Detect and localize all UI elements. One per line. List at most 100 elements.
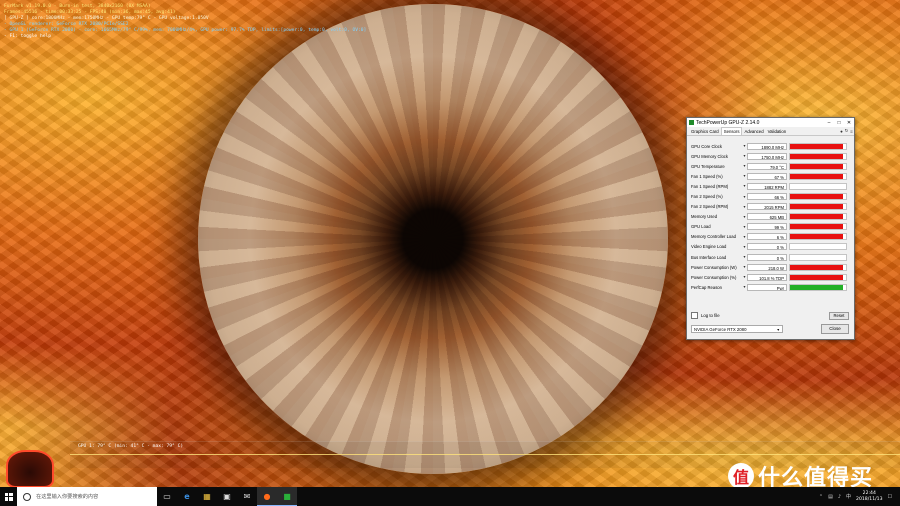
task-view-icon[interactable]: ▭ (157, 487, 177, 506)
mail-icon[interactable]: ✉ (237, 487, 257, 506)
taskbar: 在这里输入你要搜索的内容 ▭ e ▦ ▣ ✉ ● ■ ⌃ ▤ ♪ 中 22:44… (0, 487, 900, 506)
sensor-label: PerfCap Reason (691, 284, 722, 290)
maximize-icon[interactable]: □ (834, 120, 844, 126)
clock-date: 2018/11/13 (856, 496, 883, 502)
sensor-label: Video Engine Load (691, 244, 727, 250)
sensor-row: Memory Controller Load ▼ 6 % (691, 232, 847, 242)
sensor-value: 1882 RPM (747, 182, 787, 190)
sensor-graph (789, 233, 847, 241)
furmark-logo (6, 450, 54, 487)
watermark-text: 什么值得买 (758, 466, 874, 487)
watermark: 值 什么值得买 (728, 460, 873, 487)
file-explorer-icon[interactable]: ▦ (197, 487, 217, 506)
sensor-graph (789, 253, 847, 261)
sensor-row: Fan 1 Speed (%) ▼ 67 % (691, 171, 847, 181)
sensor-graph (789, 223, 847, 231)
show-hidden-icons-icon[interactable]: ⌃ (819, 494, 823, 500)
network-icon[interactable]: ▤ (828, 494, 833, 500)
temperature-graph-line (70, 454, 900, 455)
gpuz-window-title: TechPowerUp GPU-Z 2.14.0 (696, 119, 760, 126)
minimize-icon[interactable]: – (824, 120, 834, 126)
sensor-graph (789, 263, 847, 271)
search-placeholder: 在这里输入你要搜索的内容 (36, 494, 99, 500)
sensor-row: GPU Load ▼ 99 % (691, 222, 847, 232)
sensor-row: Power Consumption (%) ▼ 101.8 % TDP (691, 272, 847, 282)
reset-button[interactable]: Reset (829, 311, 849, 320)
sensor-value: 0 % (747, 243, 787, 251)
sensor-value: 1890.0 MHz (747, 142, 787, 150)
gpuz-taskbar-icon[interactable]: ■ (277, 487, 297, 506)
sensor-graph (789, 243, 847, 251)
tab-sensors[interactable]: Sensors (720, 127, 743, 135)
store-icon[interactable]: ▣ (217, 487, 237, 506)
sensor-graph (789, 193, 847, 201)
sensor-graph-fill (790, 204, 844, 210)
sensor-graph-fill (790, 173, 844, 179)
sensor-row: Fan 2 Speed (%) ▼ 66 % (691, 191, 847, 201)
clock[interactable]: 22:44 2018/11/13 (856, 491, 882, 503)
sensor-value: 1750.0 MHz (747, 152, 787, 160)
close-button[interactable]: Close (821, 324, 849, 334)
gpu-select[interactable]: NVIDIA GeForce RTX 2080 ▼ (691, 325, 783, 333)
sensor-row: Fan 1 Speed (RPM) ▼ 1882 RPM (691, 181, 847, 191)
sensor-label: Fan 1 Speed (RPM) (691, 183, 729, 189)
sensor-value: 66 % (747, 193, 787, 201)
edge-icon[interactable]: e (177, 487, 197, 506)
furmark-taskbar-icon[interactable]: ● (257, 487, 277, 506)
sensor-label: GPU Temperature (691, 163, 725, 169)
taskbar-search-box[interactable]: 在这里输入你要搜索的内容 (17, 487, 157, 506)
sensor-value: Pwr (747, 283, 787, 291)
close-icon[interactable]: ✕ (844, 120, 854, 126)
gpuz-window[interactable]: TechPowerUp GPU-Z 2.14.0 – □ ✕ Graphics … (686, 117, 855, 340)
sensor-value: 218.0 W (747, 263, 787, 271)
tab-validation[interactable]: Validation (766, 128, 789, 135)
sensor-label: Memory Controller Load (691, 234, 736, 240)
sensor-graph-fill (790, 194, 844, 200)
sensor-value: 625 MB (747, 213, 787, 221)
sensor-label: GPU Load (691, 224, 711, 230)
sensor-value: 79.0 °C (747, 162, 787, 170)
sensor-label: Power Consumption (%) (691, 274, 737, 280)
notifications-icon[interactable]: ☐ (888, 494, 892, 500)
tab-graphics-card[interactable]: Graphics Card (689, 128, 721, 135)
watermark-badge: 值 (728, 463, 754, 487)
sensor-row: Video Engine Load ▼ 0 % (691, 242, 847, 252)
start-button[interactable] (0, 487, 17, 506)
sensor-graph-fill (790, 284, 844, 290)
sensor-label: GPU Core Clock (691, 143, 722, 149)
volume-icon[interactable]: ♪ (838, 494, 841, 500)
ime-indicator[interactable]: 中 (846, 493, 851, 500)
osd-help-line: - F1: toggle help (4, 34, 52, 39)
sensor-graph-fill (790, 214, 844, 220)
sensor-label: GPU Memory Clock (691, 153, 728, 159)
sensor-row: GPU Core Clock ▼ 1890.0 MHz (691, 141, 847, 151)
sensor-label: Fan 1 Speed (%) (691, 173, 723, 179)
log-to-file-label: Log to file (701, 313, 720, 318)
gpuz-app-icon (689, 120, 694, 125)
sensor-graph-fill (790, 153, 844, 159)
gpuz-titlebar[interactable]: TechPowerUp GPU-Z 2.14.0 – □ ✕ (687, 118, 854, 127)
sensor-graph (789, 283, 847, 291)
windows-logo-icon (4, 492, 13, 501)
sensor-label: Bus Interface Load (691, 254, 727, 260)
menu-icon[interactable]: ≡ (849, 129, 854, 134)
gpuz-tabs: Graphics Card Sensors Advanced Validatio… (687, 127, 854, 136)
sensor-graph (789, 213, 847, 221)
sensor-row: GPU Memory Clock ▼ 1750.0 MHz (691, 151, 847, 161)
sensor-graph-fill (790, 274, 844, 280)
sensor-value: 67 % (747, 172, 787, 180)
tab-advanced[interactable]: Advanced (742, 128, 765, 135)
sensor-graph (789, 172, 847, 180)
chevron-down-icon: ▼ (776, 328, 780, 332)
log-to-file-checkbox[interactable] (691, 312, 698, 319)
gpuz-footer: Log to file Reset NVIDIA GeForce RTX 208… (691, 311, 849, 334)
sensor-graph (789, 162, 847, 170)
sensor-row: Bus Interface Load ▼ 0 % (691, 252, 847, 262)
sensor-value: 0 % (747, 253, 787, 261)
sensor-graph-fill (790, 234, 844, 240)
sensor-row: GPU Temperature ▼ 79.0 °C (691, 161, 847, 171)
sensor-value: 6 % (747, 233, 787, 241)
system-tray: ⌃ ▤ ♪ 中 22:44 2018/11/13 ☐ (819, 491, 900, 503)
sensor-graph (789, 203, 847, 211)
sensor-row: Power Consumption (W) ▼ 218.0 W (691, 262, 847, 272)
